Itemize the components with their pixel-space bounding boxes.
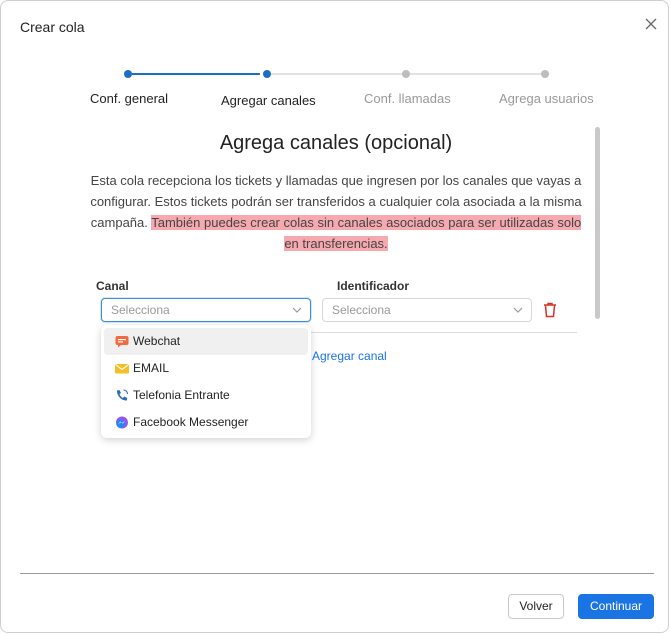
step-dot-3 xyxy=(402,70,410,78)
section-description: Esta cola recepciona los tickets y llama… xyxy=(86,170,586,254)
canal-select[interactable]: Selecciona xyxy=(101,298,311,322)
canal-dropdown-menu: Webchat EMAIL Telefonia Entrante Faceboo… xyxy=(101,325,311,438)
step-label-1: Conf. general xyxy=(90,91,169,106)
step-label-4: Agrega usuarios xyxy=(499,91,594,106)
step-dot-4 xyxy=(541,70,549,78)
step-label-2: Agregar canales xyxy=(221,93,316,108)
identificador-select[interactable]: Selecciona xyxy=(322,298,532,322)
dropdown-option-label: Telefonia Entrante xyxy=(133,388,230,402)
chevron-down-icon xyxy=(513,307,523,313)
identificador-label: Identificador xyxy=(337,279,410,293)
description-highlight: También puedes crear colas sin canales a… xyxy=(151,215,582,251)
webchat-icon xyxy=(115,336,129,348)
add-channel-link[interactable]: Agregar canal xyxy=(312,349,387,363)
step-dot-1 xyxy=(124,70,132,78)
dropdown-option-email[interactable]: EMAIL xyxy=(104,355,308,382)
dropdown-option-webchat[interactable]: Webchat xyxy=(104,328,308,355)
messenger-icon xyxy=(116,416,128,429)
scrollbar[interactable] xyxy=(595,127,600,319)
continue-button[interactable]: Continuar xyxy=(578,594,654,619)
close-icon[interactable] xyxy=(642,15,660,33)
email-icon xyxy=(115,364,129,374)
dropdown-option-label: EMAIL xyxy=(133,361,170,375)
trash-icon[interactable] xyxy=(542,301,558,318)
step-label-3: Conf. llamadas xyxy=(364,91,451,106)
create-queue-dialog: Crear cola Conf. general Agregar canales… xyxy=(0,0,669,633)
footer-divider xyxy=(20,573,654,574)
dropdown-option-messenger[interactable]: Facebook Messenger xyxy=(104,409,308,436)
chevron-down-icon xyxy=(292,307,302,313)
canal-label: Canal xyxy=(96,279,129,293)
step-dot-2 xyxy=(263,70,271,78)
dialog-title: Crear cola xyxy=(20,19,85,35)
stepper-line-complete xyxy=(132,73,260,75)
phone-icon xyxy=(116,389,129,401)
dropdown-option-telefonia[interactable]: Telefonia Entrante xyxy=(104,382,308,409)
dropdown-option-label: Facebook Messenger xyxy=(133,415,249,429)
canal-select-placeholder: Selecciona xyxy=(111,303,170,317)
back-button[interactable]: Volver xyxy=(508,594,564,619)
section-title: Agrega canales (opcional) xyxy=(219,132,453,154)
dropdown-option-label: Webchat xyxy=(133,334,181,348)
identificador-select-placeholder: Selecciona xyxy=(332,303,391,317)
